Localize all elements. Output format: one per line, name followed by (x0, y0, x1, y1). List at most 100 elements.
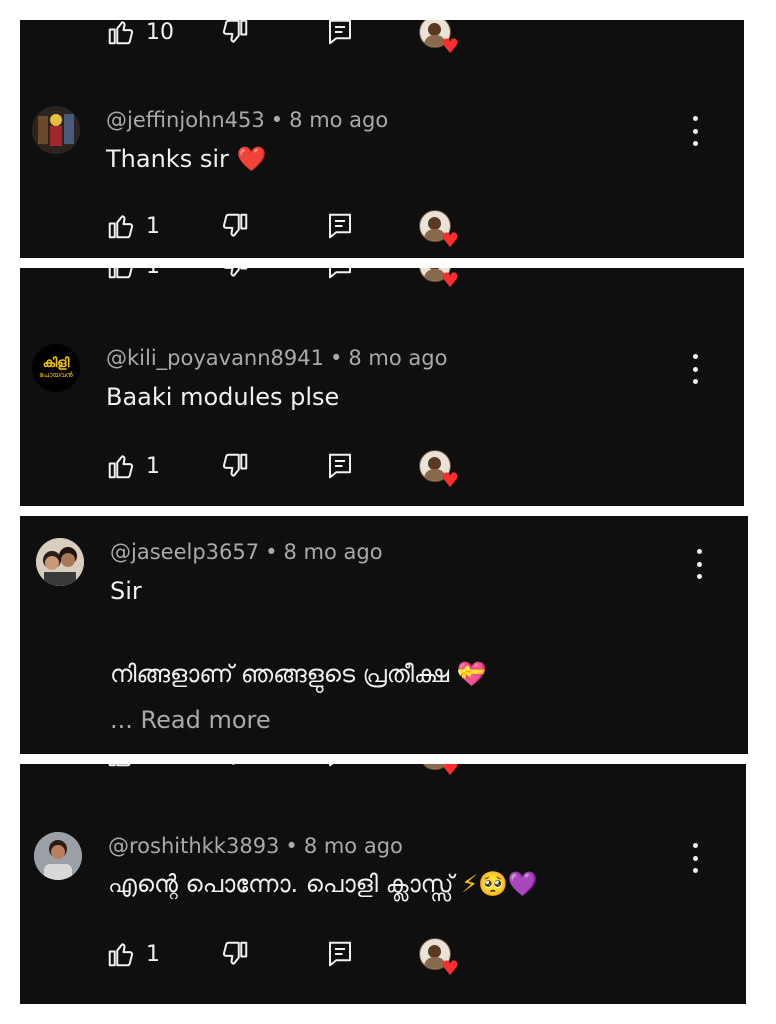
creator-heart: ♥ (419, 20, 459, 56)
comment-text: Thanks sir ❤️ (106, 145, 266, 173)
comment-text: എന്റെ പൊന്നോ. പൊളി ക്ലാസ്സ് ⚡🥺💜 (108, 870, 538, 898)
like-button[interactable] (106, 764, 136, 772)
action-bar-partial: 10 ♥ (20, 20, 744, 56)
reply-icon (329, 20, 351, 45)
comment-time: 8 mo ago (289, 108, 389, 132)
like-count: 10 (146, 20, 174, 45)
creator-heart: ♥ (419, 268, 459, 290)
comment-text-body: എന്റെ പൊന്നോ. പൊളി ക്ലാസ്സ് (108, 870, 454, 898)
dislike-icon (231, 764, 235, 765)
more-vert-icon[interactable] (689, 843, 701, 873)
creator-heart: ♥ (419, 938, 459, 978)
action-bar-partial: 1 ♥ (20, 268, 744, 290)
reply-button[interactable] (325, 208, 355, 244)
comment-text: Baaki modules plse (106, 383, 340, 411)
meta-separator: • (270, 108, 284, 132)
creator-heart-icon: ♥ (441, 34, 459, 58)
reply-button[interactable] (325, 448, 355, 484)
comment-time: 8 mo ago (348, 346, 448, 370)
reply-button[interactable] (325, 20, 355, 50)
dislike-icon (223, 268, 248, 277)
emoji-sequence: ⚡🥺💜 (461, 870, 538, 898)
reply-icon (329, 941, 351, 967)
comment-meta: @kili_poyavann8941 • 8 mo ago (106, 346, 447, 370)
reply-icon (329, 764, 334, 767)
comment-author[interactable]: @kili_poyavann8941 (106, 346, 324, 370)
avatar[interactable] (36, 538, 84, 586)
more-vert-icon[interactable] (689, 116, 701, 146)
dislike-button[interactable] (220, 268, 250, 284)
creator-heart: ♥ (419, 450, 459, 490)
comment-text-body: Thanks sir (106, 145, 229, 173)
heart-emoji: ❤️ (236, 145, 267, 173)
more-vert-icon[interactable] (693, 549, 705, 579)
comment-time: 8 mo ago (283, 540, 383, 564)
like-count: 1 (146, 941, 160, 967)
reply-button[interactable] (325, 764, 355, 772)
creator-heart-icon: ♥ (441, 268, 459, 292)
comment-panel-2: 1 ♥ കിളി പോയവൻ @kili_poyavann8941•8 mo a… (20, 268, 744, 506)
action-bar: 1 ♥ (20, 448, 744, 490)
avatar[interactable] (32, 106, 80, 154)
more-vert-icon[interactable] (689, 354, 701, 384)
creator-heart-icon: ♥ (441, 228, 459, 252)
reply-icon (329, 213, 351, 239)
like-count: 1 (146, 268, 160, 279)
reply-icon (329, 453, 351, 479)
comment-panel-3: @jaseelp3657 • 8 mo ago Sir നിങ്ങളാണ് ഞങ്ങ… (20, 516, 748, 754)
like-button[interactable]: 1 (106, 268, 160, 284)
like-button[interactable]: 1 (106, 208, 160, 244)
avatar[interactable]: കിളി പോയവൻ (32, 344, 80, 392)
comment-author[interactable]: @jeffinjohn453 (106, 108, 265, 132)
like-button[interactable]: 10 (106, 20, 174, 50)
like-icon (108, 215, 134, 239)
dislike-button[interactable] (220, 764, 250, 772)
action-bar: 1 ♥ (20, 208, 744, 252)
heart-ribbon-emoji: 💝 (456, 660, 487, 688)
dislike-button[interactable] (220, 448, 250, 484)
like-icon (108, 21, 134, 45)
dislike-button[interactable] (220, 20, 250, 50)
comment-panel-1: 10 ♥ @jeffinjohn453 • 8 mo ago Thanks si… (20, 20, 744, 258)
comment-panel-4: ♥ @roshithkk3893 • 8 mo ago എന്റെ പൊന്നോ. … (20, 764, 746, 1004)
avatar-image (36, 538, 84, 586)
comment-meta: @jaseelp3657 • 8 mo ago (110, 540, 383, 564)
like-icon (108, 943, 134, 967)
like-icon (108, 764, 131, 767)
like-button[interactable]: 1 (106, 936, 160, 972)
comment-text-line-2: നിങ്ങളാണ് ഞങ്ങളുടെ പ്രതീക്ഷ 💝 (110, 660, 487, 688)
avatar[interactable] (34, 832, 82, 880)
like-count: 1 (146, 453, 160, 479)
like-count: 1 (146, 213, 160, 239)
creator-heart-icon: ♥ (441, 764, 459, 780)
creator-heart: ♥ (419, 764, 459, 778)
meta-separator: • (265, 540, 278, 564)
comment-time: 8 mo ago (303, 834, 403, 858)
comment-meta: @roshithkk3893 • 8 mo ago (108, 834, 403, 858)
reply-button[interactable] (325, 268, 355, 284)
comment-author[interactable]: @roshithkk3893 (108, 834, 279, 858)
like-icon (108, 268, 133, 279)
action-bar-partial: ♥ (20, 764, 746, 778)
dislike-icon (222, 213, 248, 237)
avatar-logo-text: കിളി (42, 355, 70, 371)
comment-text-body: നിങ്ങളാണ് ഞങ്ങളുടെ പ്രതീക്ഷ (110, 660, 450, 688)
creator-heart-icon: ♥ (441, 956, 459, 980)
dislike-icon (222, 453, 248, 477)
comment-meta: @jeffinjohn453 • 8 mo ago (106, 108, 388, 132)
comment-author[interactable]: @jaseelp3657 (110, 540, 259, 564)
meta-separator: • (330, 346, 343, 370)
meta-separator: • (285, 834, 298, 858)
creator-heart-icon: ♥ (441, 468, 459, 492)
dislike-button[interactable] (220, 936, 250, 972)
like-button[interactable]: 1 (106, 448, 160, 484)
read-more-link[interactable]: ... Read more (110, 706, 271, 734)
reply-button[interactable] (325, 936, 355, 972)
comment-text-line-1: Sir (110, 577, 142, 605)
action-bar: 1 ♥ (20, 936, 746, 978)
avatar-image (34, 832, 82, 880)
dislike-icon (222, 20, 248, 43)
like-icon (108, 455, 134, 479)
avatar-image (32, 106, 80, 154)
dislike-button[interactable] (220, 208, 250, 244)
